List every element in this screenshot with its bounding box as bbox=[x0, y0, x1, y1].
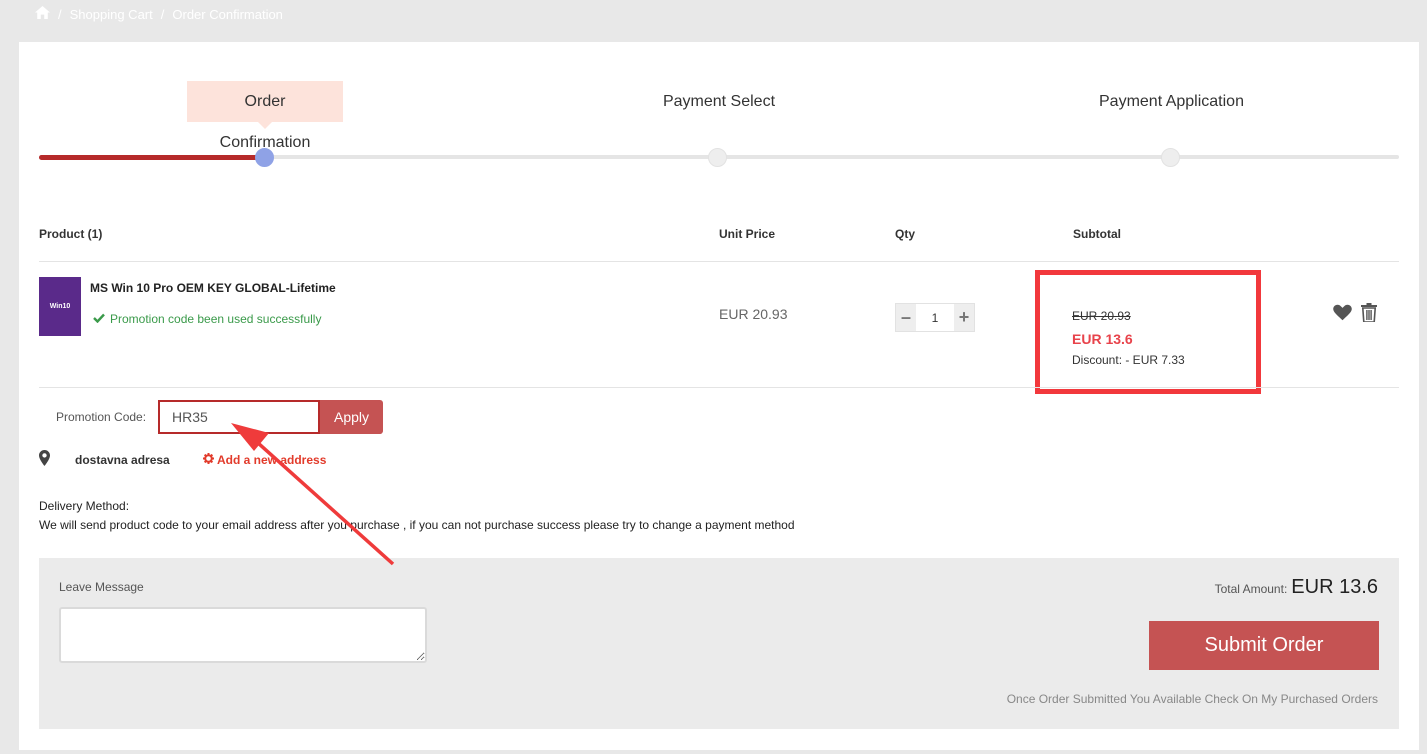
unit-price: EUR 20.93 bbox=[719, 306, 788, 322]
step-dot-payment-select bbox=[708, 148, 727, 167]
breadcrumb-separator: / bbox=[160, 6, 165, 22]
total-amount: Total Amount: EUR 13.6 bbox=[1215, 576, 1378, 599]
promo-code-label: Promotion Code: bbox=[56, 410, 147, 424]
promo-success-text: Promotion code been used successfully bbox=[110, 312, 322, 326]
header-subtotal: Subtotal bbox=[1073, 227, 1121, 241]
apply-button[interactable]: Apply bbox=[320, 400, 383, 434]
header-qty: Qty bbox=[895, 227, 916, 241]
breadcrumb-order-confirmation: Order Confirmation bbox=[172, 6, 283, 22]
breadcrumb: / Shopping Cart / Order Confirmation bbox=[35, 6, 283, 22]
header-product: Product (1) bbox=[39, 227, 103, 241]
step-dot-payment-application bbox=[1161, 148, 1180, 167]
delivery-address-name[interactable]: dostavna adresa bbox=[75, 453, 170, 467]
promo-code-input[interactable] bbox=[158, 400, 320, 434]
breadcrumb-shopping-cart[interactable]: Shopping Cart bbox=[70, 7, 153, 22]
discounted-price: EUR 13.6 bbox=[1072, 331, 1133, 347]
step-order-confirmation: Order Confirmation bbox=[187, 81, 343, 151]
step-payment-application: Payment Application bbox=[1099, 93, 1244, 110]
progress-fill bbox=[39, 155, 267, 160]
leave-message-label: Leave Message bbox=[59, 580, 144, 594]
order-summary-panel: Leave Message Total Amount: EUR 13.6 Sub… bbox=[39, 558, 1399, 729]
heart-icon[interactable] bbox=[1333, 304, 1352, 326]
add-address-link[interactable]: Add a new address bbox=[203, 453, 326, 467]
qty-input[interactable] bbox=[916, 304, 954, 331]
order-note: Once Order Submitted You Available Check… bbox=[1006, 692, 1378, 706]
home-icon[interactable] bbox=[35, 6, 50, 22]
product-thumbnail[interactable]: Win10 bbox=[39, 277, 81, 336]
submit-order-button[interactable]: Submit Order bbox=[1149, 621, 1379, 670]
breadcrumb-separator: / bbox=[58, 6, 62, 22]
step-payment-select: Payment Select bbox=[662, 93, 776, 110]
subtotal-highlight-box bbox=[1035, 270, 1261, 394]
qty-decrease-button[interactable]: – bbox=[896, 304, 916, 331]
delivery-method-title: Delivery Method: bbox=[39, 499, 130, 513]
divider bbox=[39, 387, 1399, 388]
total-amount-label: Total Amount: bbox=[1214, 582, 1288, 596]
total-amount-value: EUR 13.6 bbox=[1291, 576, 1378, 598]
promo-success-message: Promotion code been used successfully bbox=[93, 312, 321, 326]
header-unit-price: Unit Price bbox=[719, 227, 776, 241]
message-textarea[interactable] bbox=[59, 607, 427, 663]
gear-icon bbox=[203, 453, 214, 467]
checkmark-icon bbox=[93, 312, 105, 326]
location-pin-icon bbox=[39, 450, 50, 471]
qty-increase-button[interactable]: + bbox=[954, 304, 974, 331]
checkout-card: Order Confirmation Payment Select Paymen… bbox=[19, 42, 1419, 750]
divider bbox=[39, 261, 1399, 262]
original-price: EUR 20.93 bbox=[1072, 309, 1131, 323]
add-address-label: Add a new address bbox=[217, 453, 327, 467]
step-dot-order-confirmation bbox=[255, 148, 274, 167]
trash-icon[interactable] bbox=[1361, 303, 1377, 327]
thumbnail-text: Win10 bbox=[49, 303, 71, 310]
discount-amount: Discount: - EUR 7.33 bbox=[1072, 353, 1185, 367]
delivery-method-text: We will send product code to your email … bbox=[39, 518, 795, 532]
product-name[interactable]: MS Win 10 Pro OEM KEY GLOBAL-Lifetime bbox=[90, 281, 336, 295]
quantity-stepper: – + bbox=[895, 303, 975, 332]
